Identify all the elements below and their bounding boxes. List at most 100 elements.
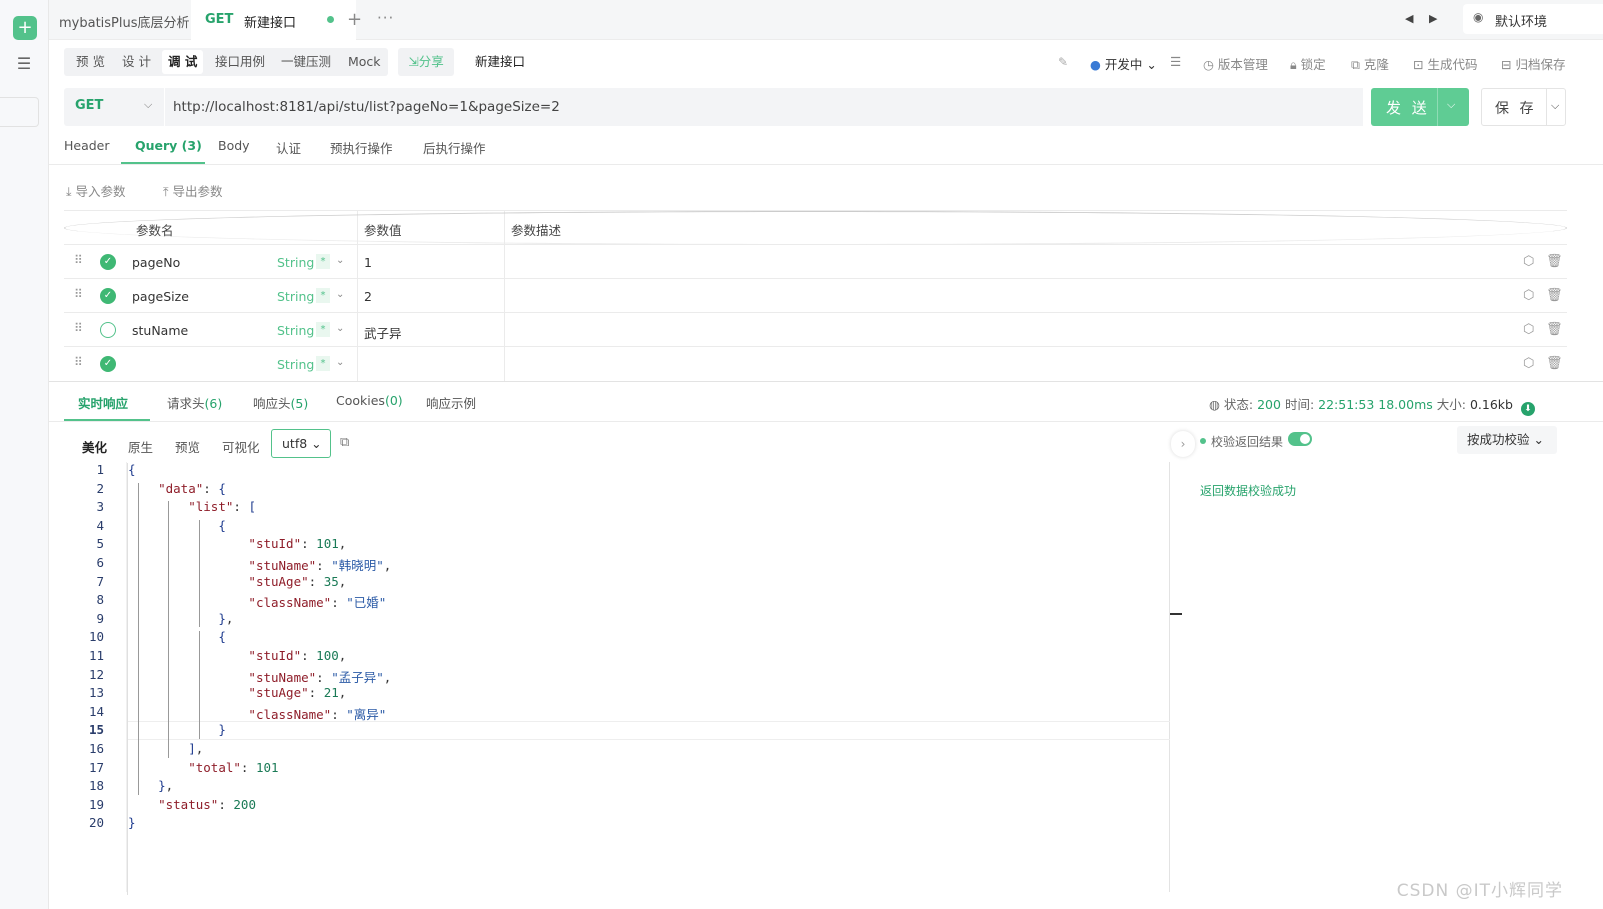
row-checkbox[interactable]: ✓ <box>100 254 116 270</box>
required-badge[interactable]: * <box>316 322 330 337</box>
codegen-button[interactable]: ⊡ 生成代码 <box>1413 54 1477 73</box>
validation-mode-select[interactable]: 按成功校验 ⌄ <box>1457 426 1557 454</box>
param-name[interactable]: stuName <box>132 323 188 338</box>
tab-live-response[interactable]: 实时响应 <box>78 393 128 412</box>
status-dropdown[interactable]: ● 开发中 ⌄ <box>1090 54 1157 73</box>
tab-design[interactable]: 设 计 <box>116 50 157 74</box>
chevron-right-icon[interactable]: › <box>1171 431 1195 457</box>
lock-button[interactable]: 🔒︎ 锁定 <box>1290 54 1326 73</box>
cube-icon[interactable]: ⬡ <box>1523 254 1534 269</box>
copy-icon[interactable]: ⧉ <box>340 435 349 450</box>
tab-visualize[interactable]: 可视化 <box>222 437 260 456</box>
trash-icon[interactable]: 🗑︎ <box>1546 254 1563 269</box>
tab-request-headers[interactable]: 请求头(6) <box>167 393 222 412</box>
tab-debug[interactable]: 调 试 <box>162 50 204 74</box>
tab-pre-script[interactable]: 预执行操作 <box>330 138 393 157</box>
send-button[interactable]: 发 送 ⌵ <box>1371 88 1469 126</box>
project-name[interactable]: mybatisPlus底层分析 <box>59 12 190 31</box>
method-select[interactable]: GET ⌵ <box>64 88 164 126</box>
tab-body[interactable]: Body <box>218 138 250 153</box>
scrollbar-thumb[interactable] <box>1170 613 1182 615</box>
row-checkbox[interactable]: ✓ <box>100 356 116 372</box>
tab-cookies[interactable]: Cookies(0) <box>336 393 403 408</box>
chevron-down-icon[interactable]: ⌵ <box>1551 99 1559 113</box>
tab-new-api[interactable]: GET 新建接口 <box>191 0 356 40</box>
url-input[interactable]: http://localhost:8181/api/stu/list?pageN… <box>165 88 1363 126</box>
cube-icon[interactable]: ⬡ <box>1523 356 1534 371</box>
required-badge[interactable]: * <box>316 288 330 303</box>
param-value[interactable]: 1 <box>364 255 372 270</box>
version-button[interactable]: ◷ 版本管理 <box>1203 54 1268 73</box>
rail-collapsed-panel[interactable] <box>0 97 39 127</box>
response-status-bar: ◍ 状态: 200 时间: 22:51:53 18.00ms 大小: 0.16k… <box>1209 394 1535 416</box>
response-panel: 实时响应 请求头(6) 响应头(5) Cookies(0) 响应示例 ◍ 状态:… <box>49 381 1603 909</box>
clone-button[interactable]: ⧉ 克隆 <box>1351 54 1389 73</box>
tab-post-script[interactable]: 后执行操作 <box>423 138 486 157</box>
tab-query[interactable]: Query (3) <box>135 138 202 153</box>
code-viewer[interactable]: 1 2 3 4 5 6 7 8 9 10 11 12 13 14 15 16 17 18 19 20 { "data"… <box>64 462 1170 895</box>
row-checkbox[interactable]: ✓ <box>100 288 116 304</box>
validation-toggle[interactable] <box>1288 432 1312 446</box>
prev-tab-icon[interactable]: ◀ <box>1405 12 1413 25</box>
edit-icon[interactable]: ✎ <box>1058 48 1068 76</box>
import-params-button[interactable]: ⤓ 导入参数 <box>66 181 126 200</box>
param-type[interactable]: String <box>277 357 314 372</box>
api-name-field[interactable]: 新建接口 ✎ <box>466 48 1076 76</box>
save-button[interactable]: 保 存 ⌵ <box>1481 88 1566 126</box>
required-badge[interactable]: * <box>316 356 330 371</box>
cube-icon[interactable]: ⬡ <box>1523 288 1534 303</box>
plus-icon[interactable]: + <box>13 16 37 40</box>
chevron-down-icon[interactable]: ⌄ <box>336 255 344 266</box>
download-icon[interactable]: ⬇ <box>1520 402 1535 416</box>
param-value[interactable]: 武子异 <box>364 323 402 342</box>
param-name[interactable]: pageNo <box>132 255 180 270</box>
param-type[interactable]: String <box>277 289 314 304</box>
tab-auth[interactable]: 认证 <box>276 138 301 157</box>
line-number: 3 <box>96 499 104 515</box>
chevron-down-icon[interactable]: ⌄ <box>336 289 344 300</box>
row-checkbox[interactable] <box>100 322 116 338</box>
next-tab-icon[interactable]: ▶ <box>1429 12 1437 25</box>
globe-icon[interactable]: ◍ <box>1209 397 1220 412</box>
add-tab-icon[interactable]: + <box>347 9 362 30</box>
drag-handle-icon[interactable]: ⠿ <box>74 287 83 301</box>
tab-load-test[interactable]: 一键压测 <box>275 50 337 74</box>
drag-handle-icon[interactable]: ⠿ <box>74 253 83 267</box>
tab-response-example[interactable]: 响应示例 <box>426 393 476 412</box>
select-all-checkbox[interactable] <box>64 211 1567 245</box>
tab-header[interactable]: Header <box>64 138 110 153</box>
param-name[interactable]: pageSize <box>132 289 189 304</box>
export-params-button[interactable]: ⤒ 导出参数 <box>163 181 223 200</box>
chevron-down-icon: ⌵ <box>144 98 153 111</box>
chevron-down-icon[interactable]: ⌵ <box>1447 98 1455 112</box>
tab-beautify[interactable]: 美化 <box>82 437 107 456</box>
archive-button[interactable]: ⊟ 归档保存 <box>1501 54 1565 73</box>
cube-icon[interactable]: ⬡ <box>1523 322 1534 337</box>
tab-mock[interactable]: Mock <box>342 50 387 74</box>
tree-toggle-icon[interactable]: ☰ <box>12 54 36 74</box>
required-badge[interactable]: * <box>316 254 330 269</box>
trash-icon[interactable]: 🗑︎ <box>1546 356 1563 371</box>
drag-handle-icon[interactable]: ⠿ <box>74 355 83 369</box>
share-button[interactable]: ⇲分享 <box>398 48 454 76</box>
chevron-down-icon[interactable]: ⌄ <box>336 323 344 334</box>
chevron-down-icon[interactable]: ⌄ <box>336 357 344 368</box>
tab-preview-body[interactable]: 预览 <box>175 437 200 456</box>
tab-test-case[interactable]: 接口用例 <box>209 50 271 74</box>
trash-icon[interactable]: 🗑︎ <box>1546 322 1563 337</box>
code-line: } <box>128 815 136 831</box>
encoding-select[interactable]: utf8 ⌄ <box>271 429 331 458</box>
current-line-highlight <box>128 721 1170 741</box>
line-number: 7 <box>96 573 104 589</box>
tab-response-headers[interactable]: 响应头(5) <box>253 393 308 412</box>
environment-select[interactable]: ◉ 默认环境 <box>1463 4 1603 34</box>
outline-icon[interactable]: ☰ <box>1170 54 1181 69</box>
more-icon[interactable]: ··· <box>377 9 394 27</box>
trash-icon[interactable]: 🗑︎ <box>1546 288 1563 303</box>
tab-preview[interactable]: 预 览 <box>70 50 111 74</box>
param-type[interactable]: String <box>277 323 314 338</box>
param-value[interactable]: 2 <box>364 289 372 304</box>
param-type[interactable]: String <box>277 255 314 270</box>
drag-handle-icon[interactable]: ⠿ <box>74 321 83 335</box>
tab-raw[interactable]: 原生 <box>128 437 153 456</box>
